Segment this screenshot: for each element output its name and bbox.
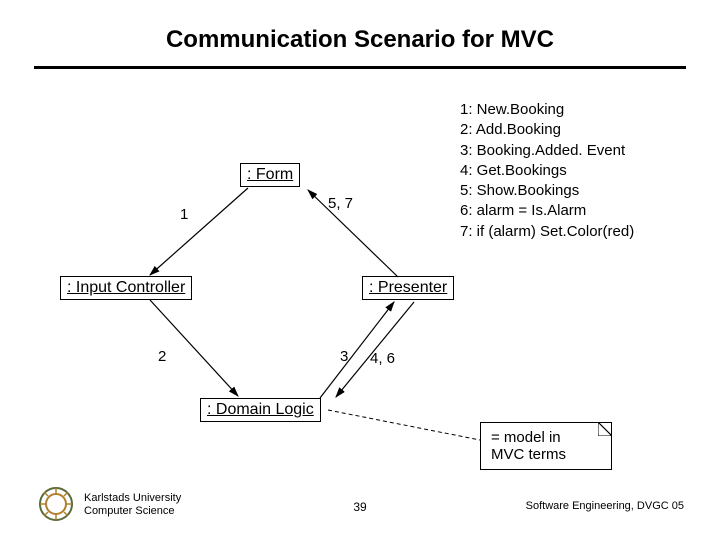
box-input-controller-label: : Input Controller [67, 279, 185, 296]
box-presenter-label: : Presenter [369, 279, 447, 296]
note-line2: MVC terms [491, 446, 601, 463]
edge-label-1: 1 [180, 206, 188, 223]
legend-line: 6: alarm = Is.Alarm [460, 201, 634, 221]
title-underline [34, 66, 686, 69]
box-form: : Form [240, 163, 300, 187]
arrows-layer [0, 0, 720, 540]
note-line1: = model in [491, 429, 601, 446]
legend-line: 1: New.Booking [460, 100, 634, 120]
slide: Communication Scenario for MVC : Form : … [0, 0, 720, 540]
legend-line: 7: if (alarm) Set.Color(red) [460, 222, 634, 242]
edge-label-2: 2 [158, 348, 166, 365]
legend-line: 2: Add.Booking [460, 120, 634, 140]
page-title: Communication Scenario for MVC [0, 26, 720, 54]
footer-course: Software Engineering, DVGC 05 [526, 500, 684, 512]
box-domain-logic-label: : Domain Logic [207, 401, 314, 418]
box-presenter: : Presenter [362, 276, 454, 300]
edge-label-46: 4, 6 [370, 350, 395, 367]
box-domain-logic: : Domain Logic [200, 398, 321, 422]
note-model: = model in MVC terms [480, 422, 612, 470]
edge-label-3: 3 [340, 348, 348, 365]
message-legend: 1: New.Booking 2: Add.Booking 3: Booking… [460, 100, 634, 242]
box-input-controller: : Input Controller [60, 276, 192, 300]
box-form-label: : Form [247, 166, 293, 183]
legend-line: 5: Show.Bookings [460, 181, 634, 201]
note-fold-icon [598, 422, 612, 436]
edge-label-57: 5, 7 [328, 195, 353, 212]
legend-line: 4: Get.Bookings [460, 161, 634, 181]
legend-line: 3: Booking.Added. Event [460, 141, 634, 161]
